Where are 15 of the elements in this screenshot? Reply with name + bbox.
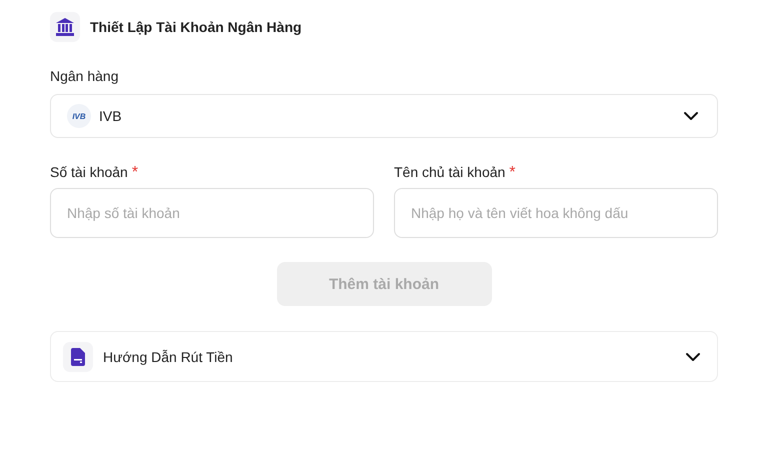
input-field[interactable]: Nhập họ và tên viết hoa không dấu [394, 188, 718, 238]
input-field[interactable]: Nhập số tài khoản [50, 188, 374, 238]
required-mark: * [509, 164, 516, 182]
section-title: Thiết Lập Tài Khoản Ngân Hàng [90, 19, 302, 35]
bank-icon [50, 12, 80, 42]
chevron-icon [685, 352, 701, 362]
bank-select[interactable]: IVB IVB [50, 94, 718, 138]
field-label: Số tài khoản [50, 164, 128, 182]
chevron-icon [683, 111, 699, 121]
guide-accordion[interactable]: Hướng Dẫn Rút Tiền [50, 331, 718, 382]
card-icon [63, 342, 93, 372]
required-mark: * [132, 164, 138, 182]
field-label: Ngân hàng [50, 68, 120, 84]
bank-logo: IVB [67, 104, 91, 128]
field-label: Tên chủ tài khoản [394, 164, 506, 182]
